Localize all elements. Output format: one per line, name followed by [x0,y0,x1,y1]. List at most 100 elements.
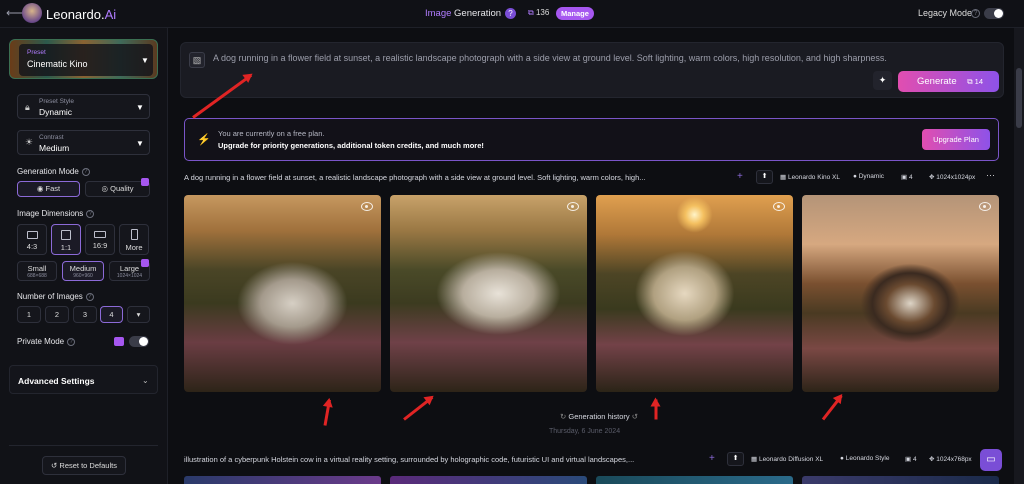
help-icon[interactable]: ? [505,8,516,19]
advanced-settings-toggle[interactable]: Advanced Settings ⌄ [9,365,158,394]
ratio-more-button[interactable]: More [119,224,149,255]
chevron-down-icon: ▼ [136,139,144,148]
generated-image[interactable] [802,476,999,484]
scrollbar-thumb[interactable] [1016,68,1022,128]
generated-image[interactable] [184,476,381,484]
size-info: ✥ 1024x1024px [929,173,975,181]
preset-style-value: Dynamic [39,107,73,117]
chat-icon[interactable]: ▭ [980,449,1002,471]
generated-image[interactable] [390,476,587,484]
size-label: Small [27,264,47,273]
legacy-help-icon[interactable]: ? [971,9,980,18]
ratio-label: 4:3 [26,242,38,251]
ratio-4-3-button[interactable]: 4:3 [17,224,47,255]
eye-icon[interactable] [979,202,991,211]
red-arrow-annotation [654,399,658,420]
generated-image[interactable] [802,195,999,392]
help-icon[interactable]: ? [67,337,76,346]
help-icon[interactable]: ? [85,292,94,301]
upscale-icon[interactable]: ⬆ [756,170,773,184]
ratio-16-9-icon [94,231,106,238]
num-images-label: Number of Images [17,292,83,301]
premium-badge-icon [141,178,149,186]
size-label: Large [119,264,140,273]
model-icon: ▦ [780,174,788,181]
eye-icon[interactable] [361,202,373,211]
history-date: Thursday, 6 June 2024 [549,428,621,435]
premium-badge-icon [114,337,124,346]
ratio-4-3-icon [26,231,38,239]
private-mode-label: Private Mode [17,337,65,346]
ratio-1-1-button[interactable]: 1:1 [51,224,81,255]
size-medium-button[interactable]: Medium 960×960 [62,261,104,281]
num-images-1[interactable]: 1 [17,306,41,323]
private-mode-toggle[interactable] [129,336,149,347]
ratio-16-9-button[interactable]: 16:9 [85,224,115,255]
num-images-4[interactable]: 4 [100,306,123,323]
scrollbar[interactable] [1014,28,1024,484]
reset-label: Reset to Defaults [59,461,117,470]
num-images-3[interactable]: 3 [73,306,97,323]
preset-selector[interactable]: Preset Cinematic Kino ▼ [9,39,158,79]
upgrade-plan-button[interactable]: Upgrade Plan [922,129,990,150]
ratio-label: 1:1 [60,243,72,252]
ratio-label: More [125,243,143,252]
legacy-mode-toggle[interactable] [984,8,1004,19]
private-mode-heading: Private Mode? [17,337,76,346]
help-icon[interactable]: ? [81,167,90,176]
image-upload-icon[interactable]: ▧ [189,52,205,68]
count-info: ▣ 4 [901,173,913,181]
history-icon: ↺ [629,412,639,421]
mode-fast-button[interactable]: ◉ Fast [17,181,80,197]
images-icon: ▣ [905,456,913,463]
prompt-input[interactable]: A dog running in a flower field at sunse… [213,53,887,63]
num-images-2[interactable]: 2 [45,306,69,323]
generate-cost: ⧉ 14 [967,77,983,86]
style-name: Leonardo Style [845,455,890,462]
generation-history[interactable]: ↻ Generation history ↺ [560,412,638,421]
style-info: ● Leonardo Style [840,455,889,462]
size-sub: 1024×1024 [116,273,143,279]
reset-defaults-button[interactable]: ↺ Reset to Defaults [42,456,126,475]
chevron-down-icon: ⌄ [142,376,149,385]
preset-style-dropdown[interactable]: 🔒︎ Preset Style Dynamic ▼ [17,94,150,119]
token-counter: ⧉ 136 [528,8,549,18]
generated-image[interactable] [596,476,793,484]
generate-button[interactable]: Generate ⧉ 14 [898,71,999,92]
brand-suffix: Ai [104,7,117,22]
generated-image[interactable] [390,195,587,392]
sparkle-icon[interactable]: ✦ [873,71,892,90]
eye-icon[interactable] [567,202,579,211]
contrast-value: Medium [39,143,70,153]
plus-icon[interactable]: + [709,453,715,464]
mode-fast-label: Fast [45,184,61,193]
manage-button[interactable]: Manage [556,7,594,20]
image-count: 4 [912,456,917,463]
size-small-button[interactable]: Small 688×688 [17,261,57,281]
lightning-icon: ⚡ [197,134,211,146]
generation-header: A dog running in a flower field at sunse… [184,170,999,185]
num-images-more[interactable]: ▾ [127,306,150,323]
num-images-heading: Number of Images? [17,292,94,301]
generated-image[interactable] [596,195,793,392]
prompt-box: ▧ A dog running in a flower field at sun… [180,42,1004,98]
quality-icon: ◎ [101,184,111,193]
preset-label: Preset [27,49,46,56]
ratio-label: 16:9 [92,241,108,250]
count-info: ▣ 4 [905,455,917,463]
contrast-dropdown[interactable]: ☀ Contrast Medium ▼ [17,130,150,155]
page-title-prefix: Image [425,8,452,19]
generation-mode-heading: Generation Mode? [17,167,90,176]
back-arrow-icon[interactable]: ⟵ [6,6,23,20]
banner-line-2: Upgrade for priority generations, additi… [218,141,484,150]
upscale-icon[interactable]: ⬆ [727,452,744,466]
help-icon[interactable]: ? [86,209,95,218]
more-options-icon[interactable]: ··· [986,170,995,180]
plus-icon[interactable]: + [737,171,743,182]
eye-icon[interactable] [773,202,785,211]
generation-header: illustration of a cyberpunk Holstein cow… [184,452,999,467]
size-sub: 688×688 [27,273,47,279]
sidebar-divider [9,445,158,446]
generated-image[interactable] [184,195,381,392]
image-size: 1024x768px [936,456,972,463]
